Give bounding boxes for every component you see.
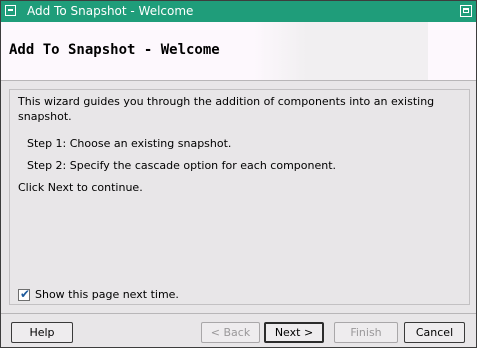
maximize-icon[interactable] xyxy=(460,5,472,17)
button-bar-divider xyxy=(1,313,476,314)
header-banner-image xyxy=(254,22,428,80)
intro-text-line1: This wizard guides you through the addit… xyxy=(18,95,435,108)
window-menu-icon[interactable] xyxy=(5,5,16,16)
checkmark-icon: ✔ xyxy=(20,287,31,301)
window-title: Add To Snapshot - Welcome xyxy=(27,4,194,18)
next-button[interactable]: Next > xyxy=(264,322,324,343)
back-button[interactable]: < Back xyxy=(201,322,260,343)
wizard-header: Add To Snapshot - Welcome xyxy=(1,22,476,81)
intro-text-line2: snapshot. xyxy=(18,110,72,123)
wizard-dialog: Add To Snapshot - Welcome Add To Snapsho… xyxy=(0,0,477,348)
step-2-text: Step 2: Specify the cascade option for e… xyxy=(27,159,337,172)
show-page-checkbox[interactable]: ✔ xyxy=(18,287,31,301)
show-page-checkbox-label[interactable]: Show this page next time. xyxy=(35,288,179,301)
page-title: Add To Snapshot - Welcome xyxy=(9,42,220,58)
step-1-text: Step 1: Choose an existing snapshot. xyxy=(27,137,232,150)
cancel-button[interactable]: Cancel xyxy=(404,322,465,343)
title-bar[interactable]: Add To Snapshot - Welcome xyxy=(1,1,476,22)
closing-text: Click Next to continue. xyxy=(18,181,143,194)
finish-button[interactable]: Finish xyxy=(334,322,398,343)
help-button[interactable]: Help xyxy=(11,322,73,343)
wizard-content-panel: This wizard guides you through the addit… xyxy=(9,89,470,305)
